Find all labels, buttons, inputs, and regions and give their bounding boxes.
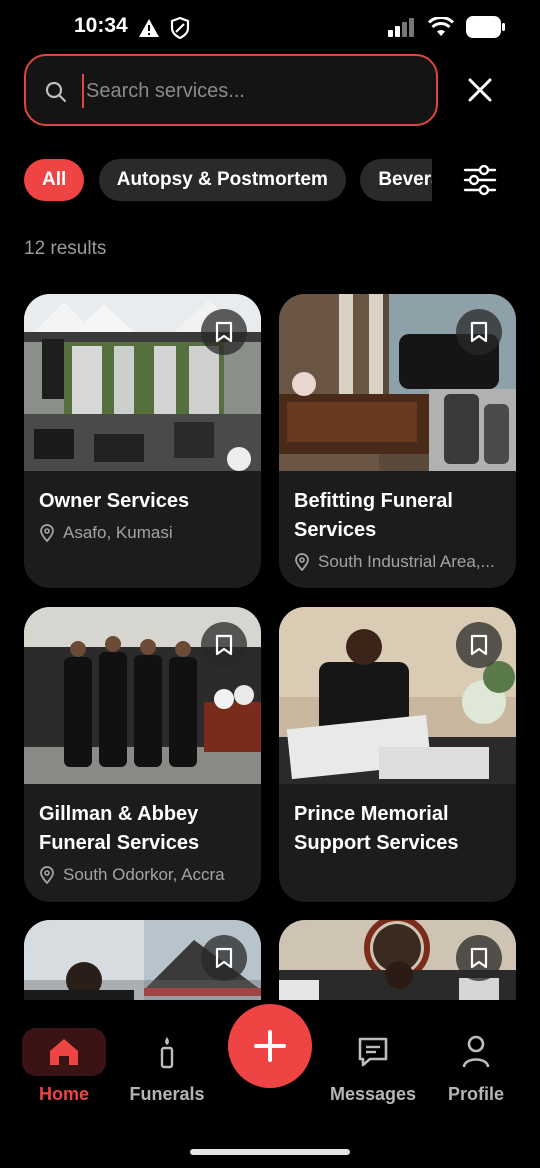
- nav-messages-label: Messages: [329, 1084, 417, 1104]
- filter-sliders-icon: [463, 164, 497, 196]
- service-image: [279, 294, 516, 471]
- service-location: South Odorkor, Accra: [39, 865, 246, 885]
- candle-icon: [160, 1037, 174, 1069]
- plus-icon: [254, 1030, 286, 1062]
- service-image: [279, 920, 516, 1002]
- bookmark-icon: [215, 321, 233, 343]
- chip-autopsy-postmortem[interactable]: Autopsy & Postmortem: [98, 159, 346, 201]
- service-location: Asafo, Kumasi: [39, 523, 246, 543]
- location-pin-icon: [40, 524, 54, 542]
- nav-home-label: Home: [38, 1084, 89, 1104]
- filter-chip-row[interactable]: All Autopsy & Postmortem Beverages: [24, 159, 432, 201]
- status-bar: 10:34: [0, 0, 540, 56]
- service-card[interactable]: [279, 920, 516, 1002]
- service-card[interactable]: Gillman & Abbey Funeral Services South O…: [24, 607, 261, 902]
- wifi-icon: [428, 17, 454, 36]
- nav-profile[interactable]: Profile: [426, 1028, 526, 1105]
- service-card[interactable]: Owner Services Asafo, Kumasi: [24, 294, 261, 588]
- close-icon: [468, 78, 492, 102]
- bookmark-icon: [470, 321, 488, 343]
- service-card[interactable]: Prince Memorial Support Services: [279, 607, 516, 902]
- location-pin-icon: [295, 553, 309, 571]
- search-icon: [45, 81, 67, 103]
- home-icon: [50, 1039, 78, 1065]
- nav-funerals-label: Funerals: [129, 1084, 205, 1104]
- bookmark-button[interactable]: [201, 935, 247, 981]
- nav-home[interactable]: Home: [14, 1028, 114, 1105]
- bookmark-icon: [470, 947, 488, 969]
- nav-funerals[interactable]: Funerals: [117, 1028, 217, 1105]
- results-count: 12 results: [24, 238, 107, 259]
- bookmark-icon: [470, 634, 488, 656]
- service-image: [24, 607, 261, 784]
- service-image: [24, 920, 261, 1002]
- shield-icon: [170, 17, 190, 39]
- bookmark-button[interactable]: [456, 309, 502, 355]
- bookmark-button[interactable]: [456, 622, 502, 668]
- filter-settings-button[interactable]: [462, 164, 498, 196]
- service-title: Gillman & Abbey Funeral Services: [39, 803, 200, 854]
- service-title: Befitting Funeral Services: [294, 490, 453, 541]
- service-title: Owner Services: [39, 490, 190, 512]
- service-image: [279, 607, 516, 784]
- service-image: [24, 294, 261, 471]
- bookmark-icon: [215, 947, 233, 969]
- person-icon: [462, 1035, 490, 1068]
- search-bar[interactable]: [24, 54, 438, 126]
- service-card[interactable]: [24, 920, 261, 1002]
- nav-profile-label: Profile: [447, 1084, 504, 1104]
- services-grid: Owner Services Asafo, Kumasi Befitting F…: [24, 294, 516, 1002]
- bookmark-button[interactable]: [201, 622, 247, 668]
- location-pin-icon: [40, 866, 54, 884]
- bottom-navigation: Home Funerals Messages Profile: [0, 1000, 540, 1168]
- service-card[interactable]: Befitting Funeral Services South Industr…: [279, 294, 516, 588]
- add-button[interactable]: [228, 1004, 312, 1088]
- home-indicator[interactable]: [190, 1149, 350, 1155]
- chip-beverages[interactable]: Beverages: [360, 159, 432, 201]
- warning-icon: [139, 19, 159, 37]
- signal-icon: [388, 18, 414, 37]
- message-icon: [358, 1037, 388, 1067]
- chip-all[interactable]: All: [24, 159, 85, 201]
- search-input[interactable]: [82, 74, 422, 108]
- service-title: Prince Memorial Support Services: [294, 803, 459, 854]
- battery-icon: [466, 16, 505, 38]
- bookmark-button[interactable]: [456, 935, 502, 981]
- close-search-button[interactable]: [462, 72, 498, 108]
- bookmark-icon: [215, 634, 233, 656]
- bookmark-button[interactable]: [201, 309, 247, 355]
- service-location: South Industrial Area,...: [294, 552, 501, 572]
- nav-messages[interactable]: Messages: [323, 1028, 423, 1105]
- status-time: 10:34: [74, 14, 128, 37]
